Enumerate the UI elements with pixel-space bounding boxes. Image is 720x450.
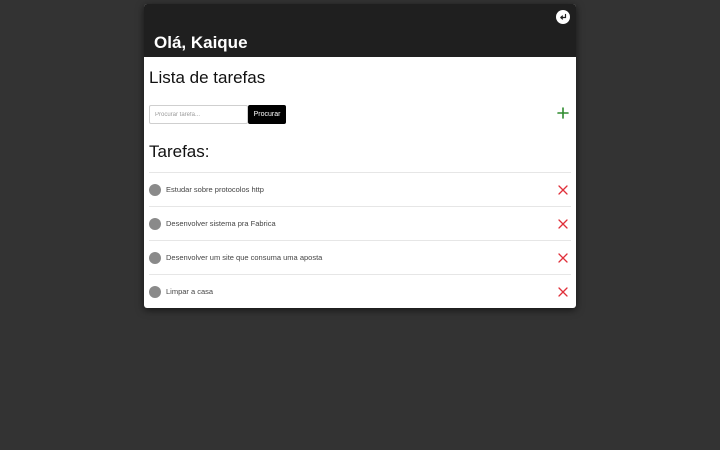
add-task-button[interactable] [556,106,570,120]
page-title: Lista de tarefas [149,68,266,87]
task-label: Desenvolver sistema pra Fabrica [166,219,276,228]
search-input[interactable] [149,105,248,124]
plus-icon [557,107,569,119]
search-row: Procurar [149,105,571,124]
task-complete-toggle[interactable] [149,217,161,230]
task-complete-toggle[interactable] [149,183,161,196]
task-label: Estudar sobre protocolos http [166,185,264,194]
task-list: Estudar sobre protocolos http Desenvolve… [149,172,571,308]
task-item: Estudar sobre protocolos http [149,172,571,206]
close-icon [558,184,568,195]
tasks-heading: Tarefas: [149,142,210,161]
task-item: Desenvolver sistema pra Fabrica [149,206,571,240]
task-label: Desenvolver um site que consuma uma apos… [166,253,323,262]
close-icon [558,252,568,263]
close-icon [558,218,568,229]
task-complete-toggle[interactable] [149,251,161,264]
task-complete-toggle[interactable] [149,285,161,298]
task-item: Desenvolver um site que consuma uma apos… [149,240,571,274]
delete-task-button[interactable] [557,184,569,196]
delete-task-button[interactable] [557,218,569,230]
task-label: Limpar a casa [166,287,214,296]
logout-arrow-icon [560,13,567,20]
logout-button[interactable] [556,10,570,24]
todo-app-card: Olá, Kaique Lista de tarefas Procurar Ta… [144,4,576,308]
delete-task-button[interactable] [557,252,569,264]
greeting-title: Olá, Kaique [154,33,248,52]
delete-task-button[interactable] [557,286,569,298]
app-header: Olá, Kaique [144,4,576,57]
search-button[interactable]: Procurar [248,105,286,124]
close-icon [558,286,568,297]
task-item: Limpar a casa [149,274,571,308]
